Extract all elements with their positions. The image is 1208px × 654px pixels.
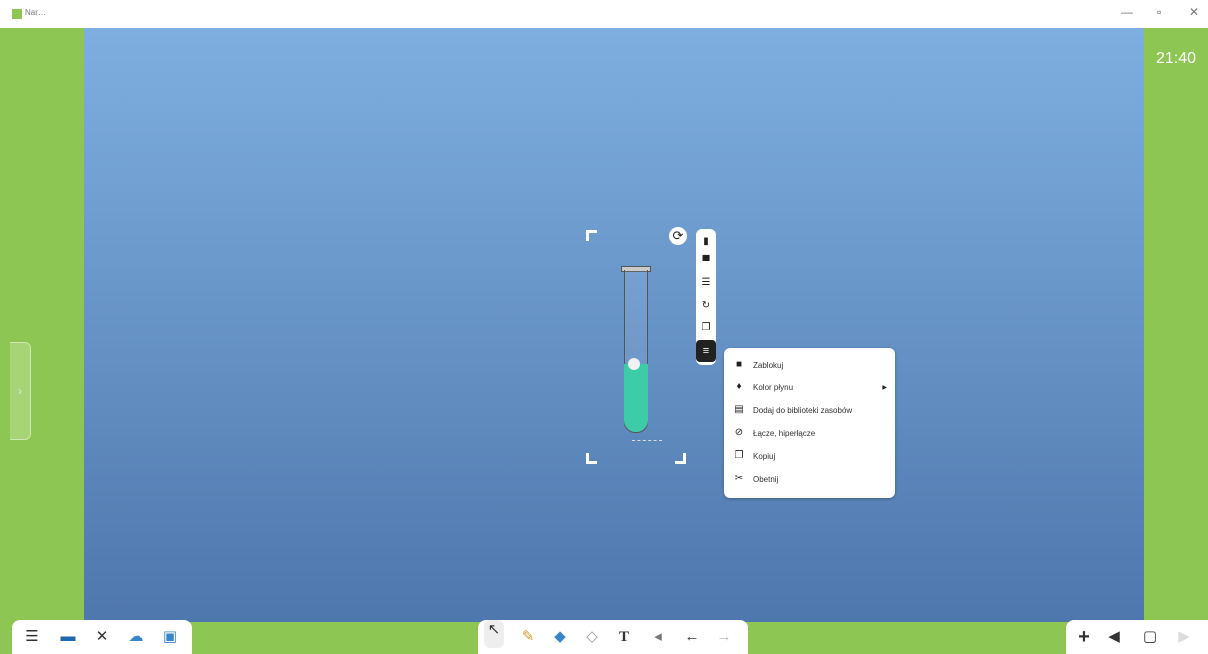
restore-button[interactable]: ▫ xyxy=(1157,5,1161,19)
menu-icon[interactable]: ☰ xyxy=(22,627,42,647)
window-title: Nar… xyxy=(25,8,46,17)
library-icon: ▤ xyxy=(734,404,744,415)
bottom-left-toolbar: ☰ ▬ ✕ ☁ ▣ xyxy=(12,620,192,654)
pen-icon[interactable]: ✎ xyxy=(518,627,538,647)
close-button[interactable]: ✕ xyxy=(1189,5,1199,19)
selection-handle-br[interactable] xyxy=(675,453,686,464)
selection-bottom-guide xyxy=(632,440,662,441)
tools-icon[interactable]: ✕ xyxy=(92,627,112,647)
menu-item-add-library[interactable]: ▤ Dodaj do biblioteki zasobów xyxy=(724,399,895,421)
paint-bucket-icon: ♦ xyxy=(736,381,742,392)
lock-icon: ■ xyxy=(735,359,743,370)
test-tube-liquid xyxy=(624,364,648,432)
right-frame xyxy=(1144,28,1208,622)
align-icon[interactable]: ☰ xyxy=(699,276,713,290)
screen-icon[interactable]: ▬ xyxy=(58,627,78,647)
next-page-icon[interactable]: ▶ xyxy=(1174,627,1194,647)
image-icon[interactable]: ▣ xyxy=(160,627,180,647)
add-page-icon[interactable]: + xyxy=(1074,627,1094,647)
link-icon: ⊘ xyxy=(734,427,744,438)
select-icon[interactable]: ↖ xyxy=(484,620,504,648)
bottom-right-toolbar: + ◀ ▢ ▶ xyxy=(1066,620,1208,654)
eraser-icon[interactable]: ◇ xyxy=(582,627,602,647)
context-menu: ■ Zablokuj ♦ Kolor płynu ▶ ▤ Dodaj do bi… xyxy=(724,348,895,498)
menu-item-link[interactable]: ⊘ Łącze, hiperłącze xyxy=(724,422,895,444)
bottom-center-toolbar: ↖ ✎ ◆ ◇ T ◂ ← → xyxy=(478,620,748,654)
whiteboard-canvas[interactable] xyxy=(84,28,1144,622)
delete-icon[interactable]: ▮ xyxy=(699,235,713,249)
menu-item-liquid-color[interactable]: ♦ Kolor płynu ▶ xyxy=(724,376,895,398)
side-panel-toggle[interactable]: › xyxy=(10,342,31,440)
app-logo-icon xyxy=(12,9,22,19)
menu-item-cut[interactable]: ✂ Obetnij xyxy=(724,468,895,490)
sound-icon[interactable]: ◂ xyxy=(648,627,668,647)
redo-icon[interactable]: → xyxy=(714,627,734,647)
refresh-icon[interactable]: ↻ xyxy=(699,299,713,313)
copy-icon: ❐ xyxy=(734,450,744,461)
text-icon[interactable]: T xyxy=(614,627,634,647)
left-frame xyxy=(0,28,84,622)
cloud-icon[interactable]: ☁ xyxy=(126,627,146,647)
highlighter-icon[interactable]: ◆ xyxy=(550,627,570,647)
liquid-level-handle[interactable] xyxy=(628,358,640,370)
pages-icon[interactable]: ▢ xyxy=(1140,627,1160,647)
submenu-arrow-icon: ▶ xyxy=(882,384,887,391)
menu-item-lock[interactable]: ■ Zablokuj xyxy=(724,354,895,376)
menu-item-copy[interactable]: ❐ Kopiuj xyxy=(724,445,895,467)
undo-icon[interactable]: ← xyxy=(682,627,702,647)
selection-handle-tl[interactable] xyxy=(586,230,597,241)
duplicate-icon[interactable]: ❐ xyxy=(699,321,713,335)
title-bar: Nar… — ▫ ✕ xyxy=(0,0,1208,28)
clock: 21:40 xyxy=(1155,50,1196,67)
minimize-button[interactable]: — xyxy=(1121,5,1133,19)
bring-to-front-icon[interactable]: ▀ xyxy=(699,255,713,269)
rotate-icon[interactable]: ⟳ xyxy=(669,227,687,245)
prev-page-icon[interactable]: ◀ xyxy=(1104,627,1124,647)
scissors-icon: ✂ xyxy=(734,473,744,484)
menu-icon[interactable]: ≡ xyxy=(696,340,716,362)
selection-handle-bl[interactable] xyxy=(586,453,597,464)
